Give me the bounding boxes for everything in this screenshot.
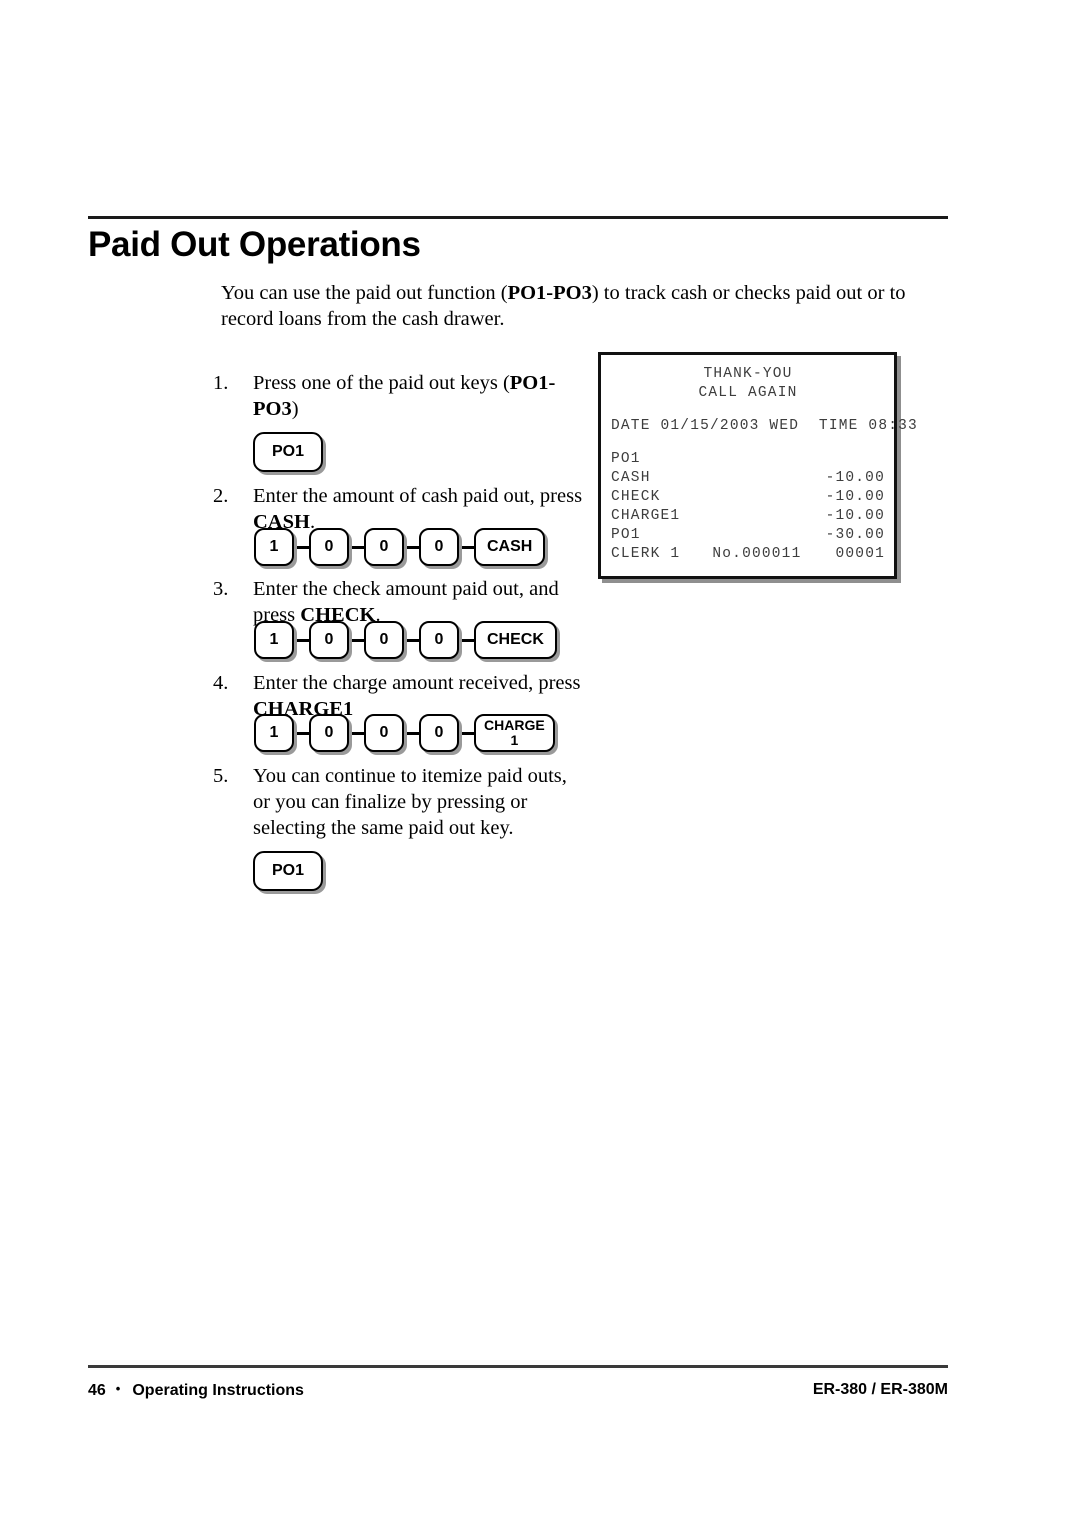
key-connector bbox=[294, 731, 309, 735]
receipt-footer-row: CLERK 1 No.000011 00001 bbox=[611, 545, 885, 564]
key-digit-1[interactable]: 1 bbox=[254, 528, 294, 566]
document-page: Paid Out Operations You can use the paid… bbox=[0, 0, 1080, 1528]
header-rule bbox=[88, 216, 948, 219]
key-charge1[interactable]: CHARGE 1 bbox=[474, 714, 555, 752]
step-3-key-row: 1 0 0 0 CHECK bbox=[254, 621, 557, 659]
footer-page-number: 46 bbox=[88, 1382, 106, 1399]
key-connector bbox=[404, 731, 419, 735]
receipt-header-line2: CALL AGAIN bbox=[698, 385, 798, 401]
intro-paragraph: You can use the paid out function (PO1-P… bbox=[221, 280, 949, 332]
key-connector bbox=[404, 545, 419, 549]
step-1-text: Press one of the paid out keys (PO1-PO3) bbox=[253, 370, 583, 422]
key-digit-0-a-label: 0 bbox=[324, 723, 334, 741]
receipt-row: CHECK -10.00 bbox=[611, 488, 885, 507]
key-digit-0-c[interactable]: 0 bbox=[419, 714, 459, 752]
receipt-header-line1: THANK-YOU bbox=[703, 366, 793, 382]
receipt-counter: 00001 bbox=[835, 546, 885, 562]
receipt-row: CASH -10.00 bbox=[611, 469, 885, 488]
key-digit-0-b-label: 0 bbox=[379, 723, 389, 741]
footer-section-name: Operating Instructions bbox=[132, 1382, 304, 1399]
receipt-row-label: CASH bbox=[611, 470, 651, 486]
receipt-clerk: CLERK 1 bbox=[611, 546, 681, 562]
step-5-key-row: PO1 bbox=[253, 851, 323, 891]
step-2-text-before: Enter the amount of cash paid out, press bbox=[253, 485, 583, 507]
key-cash-label: CASH bbox=[487, 537, 533, 555]
key-po1-label: PO1 bbox=[271, 442, 304, 460]
key-digit-0-b-label: 0 bbox=[379, 630, 389, 648]
key-digit-0-a[interactable]: 0 bbox=[309, 528, 349, 566]
key-digit-1-label: 1 bbox=[269, 537, 279, 555]
footer-left: 46 • Operating Instructions bbox=[88, 1381, 304, 1400]
receipt-row-amount: -10.00 bbox=[825, 508, 885, 524]
step-1-number: 1. bbox=[213, 372, 229, 394]
key-digit-1-label: 1 bbox=[269, 723, 279, 741]
key-charge1-label-line1: CHARGE bbox=[484, 717, 545, 734]
step-1-key-row: PO1 bbox=[253, 432, 323, 472]
key-digit-0-c[interactable]: 0 bbox=[419, 621, 459, 659]
receipt-row-amount: -10.00 bbox=[825, 489, 885, 505]
key-digit-1-label: 1 bbox=[269, 630, 279, 648]
key-digit-0-c-label: 0 bbox=[434, 537, 444, 555]
key-connector bbox=[459, 731, 474, 735]
receipt-row-label: CHECK bbox=[611, 489, 661, 505]
key-cash[interactable]: CASH bbox=[474, 528, 546, 566]
key-connector bbox=[459, 545, 474, 549]
key-digit-0-c-label: 0 bbox=[434, 723, 444, 741]
step-3-number: 3. bbox=[213, 578, 229, 600]
step-3-text-before: Enter the check amount paid out, and pre… bbox=[253, 578, 559, 626]
key-connector bbox=[294, 638, 309, 642]
receipt-row-amount: -10.00 bbox=[825, 470, 885, 486]
receipt-row-label: CHARGE1 bbox=[611, 508, 681, 524]
key-digit-0-c[interactable]: 0 bbox=[419, 528, 459, 566]
intro-text-bold: PO1-PO3 bbox=[507, 282, 592, 304]
receipt-po-header: PO1 bbox=[611, 451, 641, 467]
key-digit-0-b[interactable]: 0 bbox=[364, 528, 404, 566]
key-digit-0-a[interactable]: 0 bbox=[309, 714, 349, 752]
key-digit-0-a-label: 0 bbox=[324, 630, 334, 648]
key-digit-1[interactable]: 1 bbox=[254, 714, 294, 752]
step-2-key-row: 1 0 0 0 CASH bbox=[254, 528, 546, 566]
step-1-text-after: ) bbox=[291, 398, 299, 420]
key-check[interactable]: CHECK bbox=[474, 621, 557, 659]
key-check-label: CHECK bbox=[487, 630, 544, 648]
receipt-spacer bbox=[611, 436, 885, 450]
receipt-row-amount: -30.00 bbox=[825, 527, 885, 543]
key-digit-1[interactable]: 1 bbox=[254, 621, 294, 659]
step-4-number: 4. bbox=[213, 672, 229, 694]
key-connector bbox=[459, 638, 474, 642]
key-charge1-label-line2: 1 bbox=[510, 732, 519, 748]
page-title: Paid Out Operations bbox=[88, 225, 421, 264]
receipt-consecutive-number: No.000011 bbox=[712, 546, 802, 562]
key-digit-0-a-label: 0 bbox=[324, 537, 334, 555]
step-4-key-row: 1 0 0 0 CHARGE 1 bbox=[254, 714, 555, 752]
footer-model: ER-380 / ER-380M bbox=[812, 1381, 948, 1398]
key-po1-final[interactable]: PO1 bbox=[253, 851, 323, 891]
key-connector bbox=[294, 545, 309, 549]
footer-bullet-icon: • bbox=[115, 1381, 121, 1396]
key-digit-0-b[interactable]: 0 bbox=[364, 714, 404, 752]
key-connector bbox=[404, 638, 419, 642]
key-digit-0-c-label: 0 bbox=[434, 630, 444, 648]
key-po1[interactable]: PO1 bbox=[253, 432, 323, 472]
key-connector bbox=[349, 638, 364, 642]
footer-rule bbox=[88, 1365, 948, 1368]
key-connector bbox=[349, 545, 364, 549]
step-1-text-before: Press one of the paid out keys ( bbox=[253, 372, 510, 394]
receipt-row: PO1 -30.00 bbox=[611, 526, 885, 545]
intro-text-before: You can use the paid out function ( bbox=[221, 282, 508, 304]
key-po1-final-label: PO1 bbox=[271, 861, 304, 879]
receipt-datetime: DATE 01/15/2003 WED TIME 08:33 bbox=[611, 418, 918, 434]
step-4-text-before: Enter the charge amount received, press bbox=[253, 672, 581, 694]
receipt-row: CHARGE1 -10.00 bbox=[611, 507, 885, 526]
step-5-text: You can continue to itemize paid outs, o… bbox=[253, 765, 567, 839]
receipt-row-label: PO1 bbox=[611, 527, 641, 543]
step-2-number: 2. bbox=[213, 485, 229, 507]
key-connector bbox=[349, 731, 364, 735]
receipt-sample: THANK-YOU CALL AGAIN DATE 01/15/2003 WED… bbox=[598, 352, 918, 579]
key-digit-0-b[interactable]: 0 bbox=[364, 621, 404, 659]
step-5-number: 5. bbox=[213, 765, 229, 787]
receipt-spacer bbox=[611, 403, 885, 417]
key-digit-0-b-label: 0 bbox=[379, 537, 389, 555]
key-digit-0-a[interactable]: 0 bbox=[309, 621, 349, 659]
